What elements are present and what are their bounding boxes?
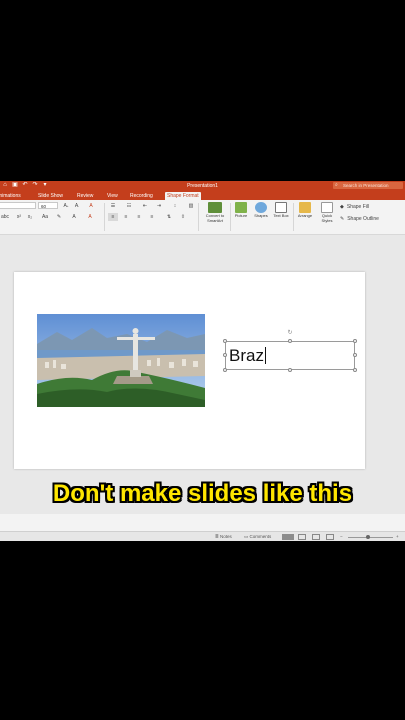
shape-outline-button[interactable]: ✎ Shape Outline — [340, 215, 404, 223]
subscript-icon[interactable]: x₂ — [26, 213, 34, 221]
slide[interactable]: ↻ Braz — [14, 272, 365, 469]
shape-fill-label: Shape Fill — [346, 204, 370, 210]
slide-canvas: ↻ Braz — [0, 235, 405, 514]
comments-label: Comments — [249, 534, 272, 539]
picture-icon — [235, 202, 247, 213]
notes-button[interactable]: ≣ Notes — [215, 534, 232, 540]
tab-shape-format[interactable]: Shape Format — [165, 192, 201, 200]
decrease-indent-icon[interactable]: ⇤ — [140, 202, 150, 210]
divider — [293, 203, 294, 231]
clear-format-icon[interactable]: A — [86, 202, 96, 210]
shape-fill-button[interactable]: ◆ Shape Fill — [340, 203, 404, 211]
tab-review[interactable]: Review — [75, 192, 95, 200]
notes-icon: ≣ — [215, 534, 219, 539]
paint-bucket-icon: ◆ — [340, 204, 344, 210]
text-direction-icon[interactable]: ⇅ — [164, 213, 174, 221]
resize-handle[interactable] — [353, 339, 357, 343]
text-box-button[interactable]: Text Box — [272, 202, 290, 219]
convert-smartart-button[interactable]: Convert to SmartArt — [203, 202, 227, 223]
highlight-icon[interactable]: ✎ — [55, 213, 63, 221]
normal-view-button[interactable] — [282, 534, 294, 540]
search-input[interactable]: ⌕ Search in Presentation — [333, 182, 403, 189]
tab-slide-show[interactable]: Slide Show — [36, 192, 65, 200]
text-effects-icon[interactable]: A — [70, 213, 78, 221]
tab-recording[interactable]: Recording — [128, 192, 155, 200]
tab-animations[interactable]: Animations — [0, 192, 23, 200]
justify-icon[interactable]: ≡ — [147, 213, 157, 221]
status-bar: ≣ Notes ▭ Comments − + — [0, 531, 405, 541]
resize-handle[interactable] — [288, 339, 292, 343]
zoom-out-button[interactable]: − — [340, 534, 343, 540]
title-text-box[interactable]: Braz — [225, 341, 355, 370]
slide-sorter-button[interactable] — [298, 534, 306, 540]
text-box-label: Text Box — [273, 213, 289, 218]
title-bar: ⌂ ▣ ↶ ↷ ▾ Presentation1 ⌕ Search in Pres… — [0, 181, 405, 191]
zoom-slider-thumb[interactable] — [366, 535, 370, 539]
divider — [104, 203, 105, 231]
divider — [230, 203, 231, 231]
resize-handle[interactable] — [223, 353, 227, 357]
comments-icon: ▭ — [244, 534, 249, 539]
columns-icon[interactable]: ▥ — [186, 202, 196, 210]
zoom-slider[interactable] — [348, 537, 393, 538]
tab-view[interactable]: View — [105, 192, 120, 200]
smartart-icon — [208, 202, 222, 213]
font-name-field[interactable] — [0, 202, 36, 209]
resize-handle[interactable] — [288, 368, 292, 372]
quick-styles-button[interactable]: Quick Styles — [318, 202, 336, 223]
comments-button[interactable]: ▭ Comments — [244, 534, 271, 540]
picture-label: Picture — [234, 213, 248, 218]
font-color-icon[interactable]: A — [85, 213, 95, 221]
resize-handle[interactable] — [223, 368, 227, 372]
christ-the-redeemer-photo[interactable] — [37, 314, 205, 407]
search-placeholder: Search in Presentation — [343, 183, 389, 188]
picture-button[interactable]: Picture — [232, 202, 250, 219]
photo-illustration — [37, 314, 205, 407]
line-spacing-icon[interactable]: ↕ — [170, 202, 180, 210]
divider — [198, 203, 199, 231]
change-case-icon[interactable]: Aa — [40, 213, 50, 221]
convert-smartart-label: Convert to SmartArt — [205, 213, 225, 223]
shapes-icon — [255, 202, 267, 213]
align-right-icon[interactable]: ≡ — [134, 213, 144, 221]
slideshow-view-button[interactable] — [326, 534, 334, 540]
quick-styles-label: Quick Styles — [321, 213, 333, 223]
shape-outline-label: Shape Outline — [347, 216, 379, 222]
resize-handle[interactable] — [223, 339, 227, 343]
bullets-icon[interactable]: ☰ — [108, 202, 118, 210]
zoom-in-button[interactable]: + — [396, 534, 399, 540]
font-size-field[interactable]: 60 — [38, 202, 58, 209]
resize-handle[interactable] — [353, 368, 357, 372]
pen-icon: ✎ — [340, 216, 345, 222]
rotate-handle-icon[interactable]: ↻ — [287, 330, 293, 336]
shapes-button[interactable]: Shapes — [252, 202, 270, 219]
strikethrough-icon[interactable]: abc — [0, 213, 10, 221]
grow-font-icon[interactable]: A + — [61, 202, 71, 210]
text-box-icon — [275, 202, 287, 213]
shrink-font-icon[interactable]: A- — [72, 202, 82, 210]
arrange-label: Arrange — [297, 213, 313, 218]
increase-indent-icon[interactable]: ⇥ — [154, 202, 164, 210]
shapes-label: Shapes — [254, 213, 268, 218]
resize-handle[interactable] — [353, 353, 357, 357]
text-cursor — [264, 347, 266, 364]
align-left-icon[interactable]: ≡ — [108, 213, 118, 221]
ribbon: 60 A + A- A abc x² x₂ Aa ✎ A A ☰ ☷ ⇤ ⇥ ↕ … — [0, 200, 405, 235]
superscript-icon[interactable]: x² — [15, 213, 23, 221]
arrange-icon — [299, 202, 311, 213]
align-center-icon[interactable]: ≡ — [121, 213, 131, 221]
reading-view-button[interactable] — [312, 534, 320, 540]
notes-label: Notes — [220, 534, 232, 539]
text-box-content[interactable]: Braz — [229, 346, 266, 366]
ribbon-tabs: Animations Slide Show Review View Record… — [0, 191, 405, 200]
numbering-icon[interactable]: ☷ — [124, 202, 134, 210]
quick-styles-icon — [321, 202, 333, 213]
arrange-button[interactable]: Arrange — [296, 202, 314, 219]
align-text-icon[interactable]: ⇳ — [178, 213, 188, 221]
search-icon: ⌕ — [335, 182, 338, 188]
caption-overlay: Don't make slides like this — [52, 480, 353, 507]
